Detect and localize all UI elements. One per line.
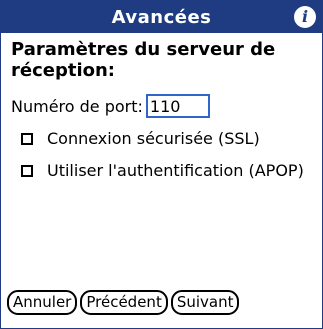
ssl-option[interactable]: Connexion sécurisée (SSL) bbox=[21, 129, 260, 148]
info-icon[interactable]: i bbox=[294, 6, 316, 28]
previous-button[interactable]: Précédent bbox=[80, 290, 168, 315]
port-input[interactable] bbox=[145, 94, 210, 118]
button-bar: Annuler Précédent Suivant bbox=[7, 290, 240, 315]
port-row: Numéro de port: bbox=[11, 94, 210, 118]
ssl-checkbox[interactable] bbox=[21, 132, 33, 145]
next-button[interactable]: Suivant bbox=[170, 290, 240, 315]
title-bar: Avancées i bbox=[1, 1, 322, 33]
apop-checkbox[interactable] bbox=[21, 164, 33, 177]
apop-label[interactable]: Utiliser l'authentification (APOP) bbox=[47, 161, 304, 180]
apop-option[interactable]: Utiliser l'authentification (APOP) bbox=[21, 161, 304, 180]
cancel-button[interactable]: Annuler bbox=[7, 290, 78, 315]
ssl-label[interactable]: Connexion sécurisée (SSL) bbox=[47, 129, 260, 148]
section-heading: Paramètres du serveur de réception: bbox=[11, 39, 276, 81]
dialog-title: Avancées bbox=[111, 6, 212, 28]
dialog-window: Avancées i Paramètres du serveur de réce… bbox=[0, 0, 323, 329]
port-label: Numéro de port: bbox=[11, 96, 143, 116]
